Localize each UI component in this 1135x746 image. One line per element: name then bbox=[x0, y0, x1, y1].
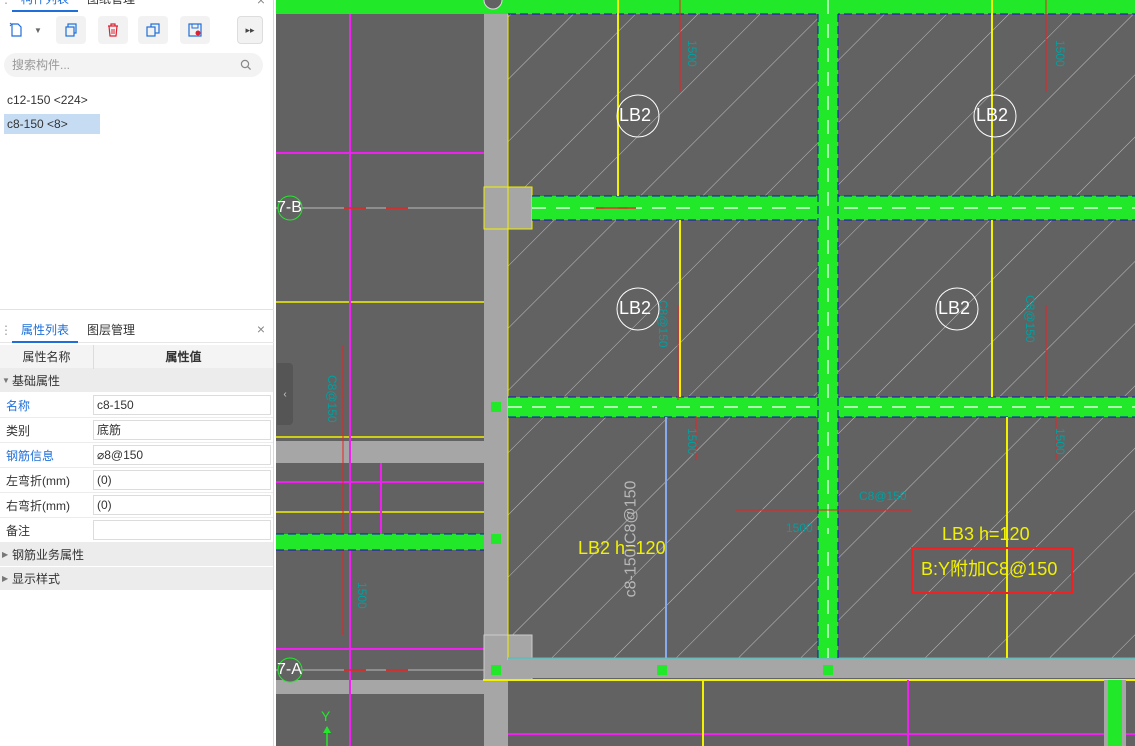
svg-text:C8@150: C8@150 bbox=[859, 489, 907, 503]
table-row: 类别 底筋 bbox=[0, 418, 273, 443]
slab-label: LB2 bbox=[619, 298, 652, 318]
copy-icon bbox=[65, 23, 77, 37]
slab-label: LB2 bbox=[938, 298, 971, 318]
list-item[interactable]: c12-150 <224> bbox=[4, 90, 100, 110]
svg-text:1500: 1500 bbox=[685, 428, 699, 455]
axis-label-7a: 7-A bbox=[277, 661, 302, 678]
y-axis-label: Y bbox=[321, 708, 331, 724]
property-value-input[interactable]: (0) bbox=[93, 495, 271, 515]
duplicate-button[interactable] bbox=[138, 16, 168, 44]
rebar-info-label[interactable]: B:Y附加C8@150 bbox=[921, 555, 1057, 581]
rebar-vertical-label[interactable]: c8-150:C8@150 bbox=[622, 481, 640, 598]
component-toolbar: ▼ ▸▸ bbox=[0, 16, 274, 48]
delete-button[interactable] bbox=[98, 16, 128, 44]
svg-text:C8@150: C8@150 bbox=[1023, 295, 1037, 343]
collapse-caret-icon: ▼ bbox=[2, 376, 10, 385]
panel-divider bbox=[0, 309, 274, 310]
property-name: 左弯折(mm) bbox=[6, 473, 70, 488]
svg-text:C8@150: C8@150 bbox=[656, 300, 670, 348]
slab-label: LB2 bbox=[976, 105, 1009, 125]
component-tab-bar: ⋮ 构件列表 图纸管理 × bbox=[0, 0, 274, 12]
svg-text:C8@150: C8@150 bbox=[325, 375, 339, 423]
expand-caret-icon: ▶ bbox=[2, 574, 9, 583]
slab-thickness-label-lb3: LB3 h=120 bbox=[942, 524, 1030, 544]
property-value-input[interactable]: c8-150 bbox=[93, 395, 271, 415]
svg-text:1500: 1500 bbox=[786, 521, 813, 535]
group-display[interactable]: ▶ 显示样式 bbox=[0, 567, 273, 591]
copy-button[interactable] bbox=[56, 16, 86, 44]
drag-grip-icon[interactable]: ⋮ bbox=[0, 0, 12, 12]
property-value-input[interactable]: ⌀8@150 bbox=[93, 445, 271, 465]
top-beam bbox=[276, 0, 1135, 14]
tab-layer-manager[interactable]: 图层管理 bbox=[78, 317, 144, 343]
table-row: 备注 bbox=[0, 518, 273, 543]
drag-grip-icon[interactable]: ⋮ bbox=[0, 317, 12, 343]
group-basic[interactable]: ▼ 基础属性 bbox=[0, 369, 273, 393]
left-walls: C8@150 1500 bbox=[276, 0, 484, 746]
property-name: 名称 bbox=[6, 398, 31, 413]
group-business[interactable]: ▶ 钢筋业务属性 bbox=[0, 543, 273, 567]
svg-text:1500: 1500 bbox=[355, 582, 369, 609]
left-panel: ⋮ 构件列表 图纸管理 × ▼ ▸▸ c12-150 <224> c8-150 … bbox=[0, 0, 274, 746]
group-label: 钢筋业务属性 bbox=[12, 548, 85, 562]
tab-component-list[interactable]: 构件列表 bbox=[12, 0, 79, 12]
axis-label-7b: 7-B bbox=[277, 199, 302, 216]
save-template-button[interactable] bbox=[180, 16, 210, 44]
table-row: 名称 c8-150 bbox=[0, 393, 273, 418]
property-name: 类别 bbox=[6, 423, 31, 438]
green-beam-vertical bbox=[817, 0, 839, 658]
new-component-button[interactable] bbox=[4, 16, 28, 44]
svg-text:1500: 1500 bbox=[1053, 428, 1067, 455]
property-value-input[interactable]: 底筋 bbox=[93, 420, 271, 440]
save-icon bbox=[188, 23, 202, 37]
list-item-selected[interactable]: c8-150 <8> bbox=[4, 114, 100, 134]
search-icon[interactable] bbox=[240, 59, 252, 71]
tab-drawing-manager[interactable]: 图纸管理 bbox=[78, 0, 144, 12]
slab-label: LB2 bbox=[619, 105, 652, 125]
search-input[interactable] bbox=[4, 53, 263, 77]
table-row: 钢筋信息 ⌀8@150 bbox=[0, 443, 273, 468]
table-row: 右弯折(mm) (0) bbox=[0, 493, 273, 518]
duplicate-icon bbox=[146, 23, 160, 37]
y-axis-arrow-icon bbox=[323, 726, 331, 746]
bottom-beams bbox=[483, 657, 1135, 746]
close-icon[interactable]: × bbox=[257, 322, 265, 336]
property-name: 右弯折(mm) bbox=[6, 498, 70, 513]
svg-text:1500: 1500 bbox=[685, 40, 699, 67]
property-value-input[interactable]: (0) bbox=[93, 470, 271, 490]
group-label: 基础属性 bbox=[12, 374, 61, 388]
more-tools-button[interactable]: ▸▸ bbox=[237, 16, 263, 44]
property-name: 钢筋信息 bbox=[6, 448, 55, 463]
svg-text:1500: 1500 bbox=[1053, 40, 1067, 67]
table-header: 属性名称 属性值 bbox=[0, 344, 273, 369]
column-header-name: 属性名称 bbox=[22, 350, 71, 364]
new-file-icon bbox=[9, 22, 22, 37]
collapse-panel-button[interactable]: ‹ bbox=[277, 363, 293, 425]
property-tab-bar: ⋮ 属性列表 图层管理 × bbox=[0, 317, 274, 343]
drawing-canvas[interactable]: C8@150 1500 1500 1500 C8@150 C8@150 1500… bbox=[276, 0, 1135, 746]
property-name: 备注 bbox=[6, 523, 31, 538]
tab-property-list[interactable]: 属性列表 bbox=[12, 317, 79, 343]
table-row: 左弯折(mm) (0) bbox=[0, 468, 273, 493]
property-value-input[interactable] bbox=[93, 520, 271, 540]
column-header-value: 属性值 bbox=[93, 344, 273, 369]
new-dropdown-chevron-down-icon[interactable]: ▼ bbox=[30, 16, 46, 44]
trash-icon bbox=[108, 23, 118, 37]
property-table: 属性名称 属性值 ▼ 基础属性 名称 c8-150 类别 底筋 钢筋信息 ⌀8@1… bbox=[0, 344, 273, 591]
expand-caret-icon: ▶ bbox=[2, 550, 9, 559]
group-label: 显示样式 bbox=[12, 572, 61, 586]
close-icon[interactable]: × bbox=[257, 0, 265, 7]
